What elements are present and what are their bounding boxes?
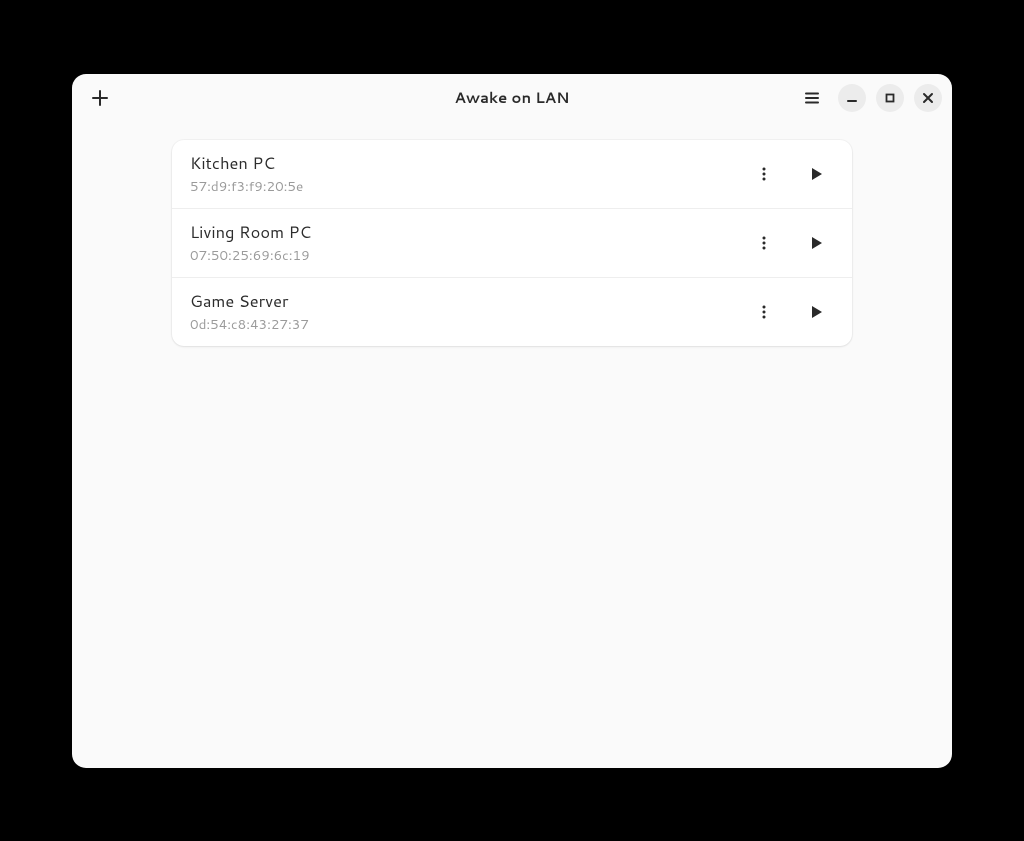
device-wake-button[interactable] [800, 296, 832, 328]
headerbar: Awake on LAN [72, 74, 952, 122]
device-row[interactable]: Game Server 0d:54:c8:43:27:37 [172, 278, 852, 346]
close-icon [921, 91, 935, 105]
minimize-icon [845, 91, 859, 105]
device-row[interactable]: Living Room PC 07:50:25:69:6c:19 [172, 209, 852, 278]
minimize-button[interactable] [838, 84, 866, 112]
device-name: Living Room PC [190, 221, 748, 244]
close-button[interactable] [914, 84, 942, 112]
device-more-button[interactable] [748, 158, 780, 190]
device-wake-button[interactable] [800, 227, 832, 259]
device-more-button[interactable] [748, 227, 780, 259]
more-vertical-icon [756, 304, 772, 320]
device-mac: 57:d9:f3:f9:20:5e [190, 177, 748, 196]
play-icon [807, 165, 825, 183]
play-icon [807, 303, 825, 321]
device-actions [748, 227, 836, 259]
device-mac: 0d:54:c8:43:27:37 [190, 315, 748, 334]
device-mac: 07:50:25:69:6c:19 [190, 246, 748, 265]
content-area: Kitchen PC 57:d9:f3:f9:20:5e [72, 122, 952, 768]
maximize-button[interactable] [876, 84, 904, 112]
menu-button[interactable] [796, 82, 828, 114]
headerbar-right [796, 82, 942, 114]
device-text: Living Room PC 07:50:25:69:6c:19 [190, 221, 748, 265]
maximize-icon [883, 91, 897, 105]
device-actions [748, 296, 836, 328]
plus-icon [91, 89, 109, 107]
device-row[interactable]: Kitchen PC 57:d9:f3:f9:20:5e [172, 140, 852, 209]
hamburger-icon [804, 90, 820, 106]
device-more-button[interactable] [748, 296, 780, 328]
device-actions [748, 158, 836, 190]
more-vertical-icon [756, 166, 772, 182]
more-vertical-icon [756, 235, 772, 251]
app-window: Awake on LAN [72, 74, 952, 768]
device-name: Game Server [190, 290, 748, 313]
device-list: Kitchen PC 57:d9:f3:f9:20:5e [172, 140, 852, 346]
add-button[interactable] [84, 82, 116, 114]
device-name: Kitchen PC [190, 152, 748, 175]
play-icon [807, 234, 825, 252]
device-wake-button[interactable] [800, 158, 832, 190]
device-text: Game Server 0d:54:c8:43:27:37 [190, 290, 748, 334]
device-text: Kitchen PC 57:d9:f3:f9:20:5e [190, 152, 748, 196]
headerbar-left [84, 82, 116, 114]
